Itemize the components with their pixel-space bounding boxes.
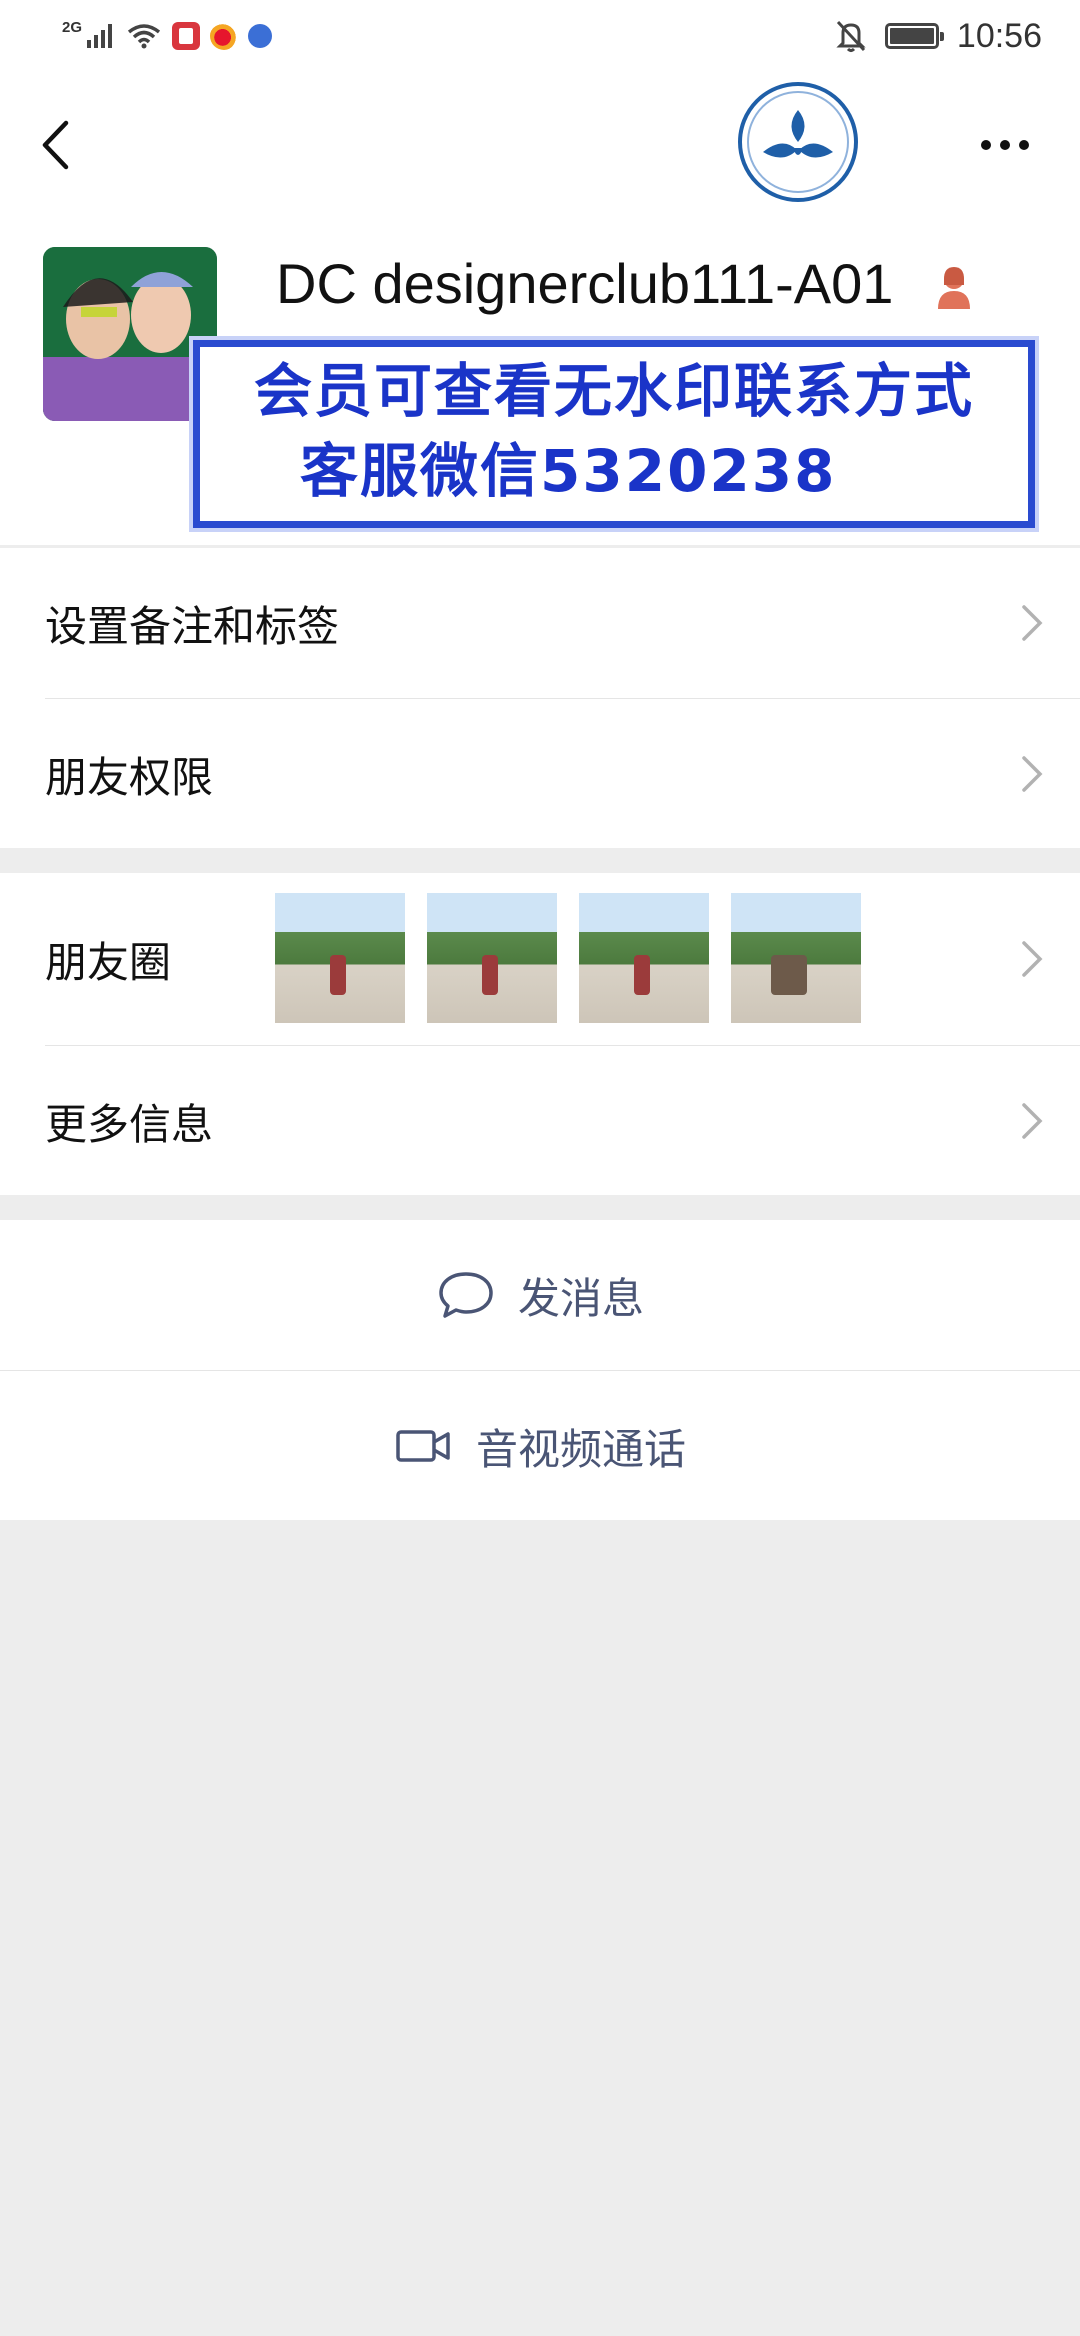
status-bar: 2G 10:56 [0,0,1080,75]
moment-thumbnail [579,893,709,1023]
profile-header: DC designerclub111-A01 会员可查看无水印联系方式 客服微信… [0,75,1080,545]
chevron-right-icon [1022,605,1043,641]
moments-label: 朋友圈 [45,937,172,987]
contact-name: DC designerclub111-A01 [276,252,894,315]
remark-tags-row[interactable]: 设置备注和标签 [0,548,1080,698]
clock: 10:56 [956,16,1042,55]
moment-thumbnail [731,893,861,1023]
actions-group: 发消息 音视频通话 [0,1220,1080,1520]
signal-icon [87,24,113,48]
send-message-label: 发消息 [517,1273,644,1323]
chevron-right-icon [1022,756,1043,792]
more-info-label: 更多信息 [45,1099,214,1149]
app-notification-icon [172,22,201,50]
back-button[interactable] [30,105,80,185]
moment-thumbnail [427,893,557,1023]
chat-bubble-icon [439,1272,493,1318]
chevron-right-icon [1022,941,1043,977]
status-right: 10:56 [835,14,1042,58]
friend-permissions-row[interactable]: 朋友权限 [0,699,1080,849]
moments-group: 朋友圈 更多信息 [0,873,1080,1195]
friend-permissions-label: 朋友权限 [45,752,214,802]
moments-row[interactable]: 朋友圈 [0,873,1080,1045]
mute-icon [836,20,866,52]
settings-group: 设置备注和标签 朋友权限 [0,548,1080,848]
watermark-text-line2: 客服微信5320238 [300,437,837,505]
more-button[interactable] [960,115,1050,175]
watermark-overlay: 会员可查看无水印联系方式 客服微信5320238 [193,340,1035,528]
more-info-row[interactable]: 更多信息 [0,1046,1080,1196]
network-type: 2G [62,18,83,36]
browser-icon [248,24,273,48]
moments-thumbnails [275,893,861,1023]
weibo-icon [210,22,239,50]
video-camera-icon [396,1430,450,1462]
status-left: 2G [62,16,273,56]
more-dots-icon [981,140,1029,150]
brand-logo-icon [738,82,858,202]
avatar[interactable] [43,247,217,421]
watermark-text-line1: 会员可查看无水印联系方式 [253,357,974,425]
send-message-button[interactable]: 发消息 [0,1220,1080,1370]
remark-tags-label: 设置备注和标签 [45,601,340,651]
back-arrow-icon [42,120,69,170]
video-call-label: 音视频通话 [475,1424,686,1474]
female-icon [938,267,970,309]
battery-icon [884,23,944,49]
wifi-icon [127,24,161,49]
chevron-right-icon [1022,1103,1043,1139]
moment-thumbnail [275,893,405,1023]
video-call-button[interactable]: 音视频通话 [0,1371,1080,1521]
